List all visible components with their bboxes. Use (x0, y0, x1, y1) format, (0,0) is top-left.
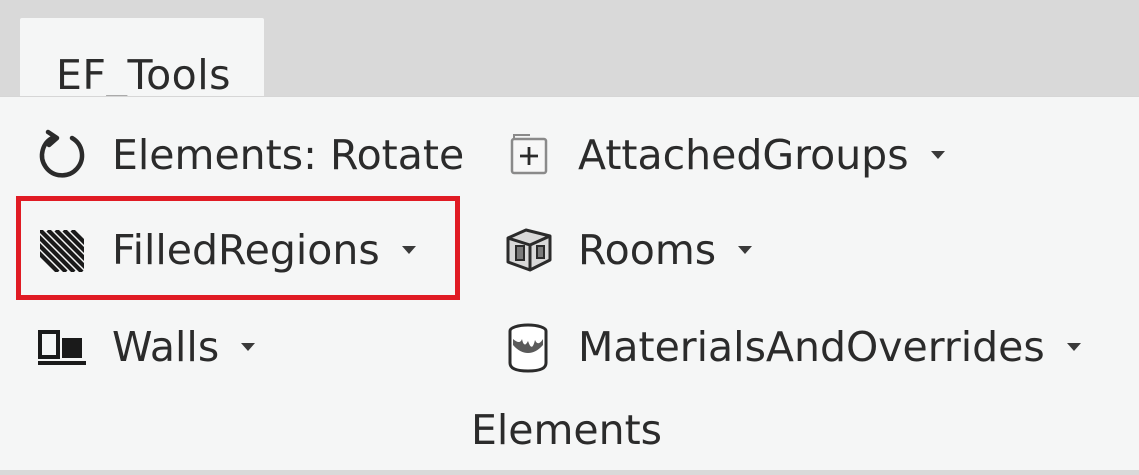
group-add-icon (500, 127, 556, 183)
chevron-down-icon[interactable] (1066, 343, 1081, 351)
elements-rotate-button[interactable]: Elements: Rotate (34, 124, 464, 186)
walls-button[interactable]: Walls (34, 316, 256, 378)
filled-regions-button[interactable]: FilledRegions (34, 219, 416, 281)
attached-groups-button[interactable]: AttachedGroups (500, 124, 945, 186)
rooms-label: Rooms (578, 226, 717, 274)
paint-bucket-icon (500, 319, 556, 375)
chevron-down-icon[interactable] (738, 246, 753, 254)
chevron-down-icon[interactable] (930, 151, 945, 159)
filled-regions-label: FilledRegions (112, 226, 380, 274)
ribbon-tab-ef-tools[interactable]: EF_Tools (20, 18, 264, 99)
hatch-pattern-icon (34, 222, 90, 278)
panel-title: Elements (0, 405, 1139, 455)
attached-groups-label: AttachedGroups (578, 131, 909, 179)
chevron-down-icon[interactable] (241, 343, 256, 351)
tab-label: EF_Tools (56, 51, 231, 99)
elements-rotate-label: Elements: Rotate (112, 131, 465, 179)
chevron-down-icon[interactable] (401, 246, 416, 254)
panel-title-text: Elements (470, 406, 663, 454)
materials-and-overrides-label: MaterialsAndOverrides (578, 323, 1045, 371)
wall-icon (34, 319, 90, 375)
room-icon (500, 222, 556, 278)
rotate-icon (34, 127, 90, 183)
materials-and-overrides-button[interactable]: MaterialsAndOverrides (500, 316, 1081, 378)
walls-label: Walls (112, 323, 220, 371)
rooms-button[interactable]: Rooms (500, 219, 753, 281)
